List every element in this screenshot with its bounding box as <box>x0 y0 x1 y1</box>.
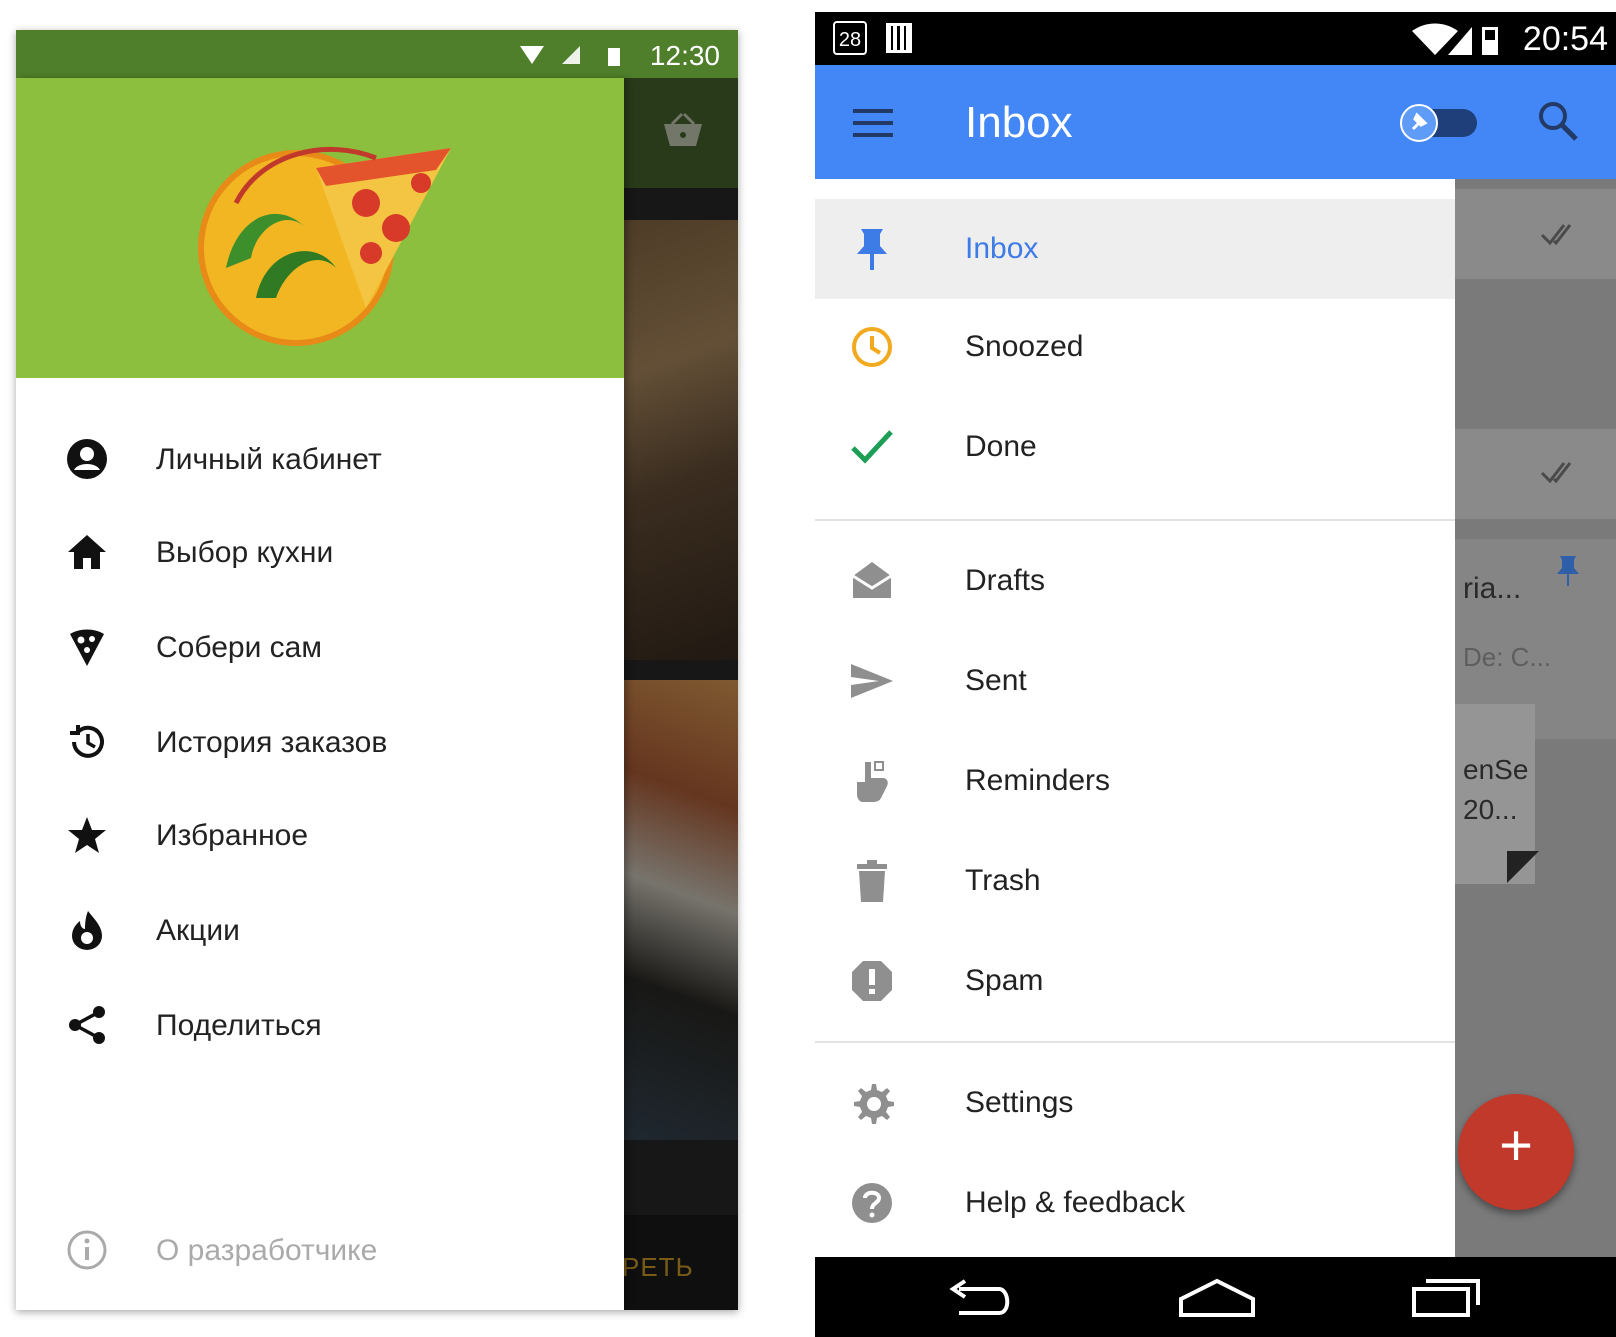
drawer-divider <box>815 519 1455 521</box>
history-icon <box>70 725 104 758</box>
search-icon[interactable] <box>1536 99 1580 143</box>
drawer-item-label: Spam <box>965 964 1044 997</box>
menu-item-share[interactable]: Поделиться <box>16 981 624 1071</box>
calendar-notification-icon: 28 <box>833 21 867 55</box>
status-time: 20:54 <box>1522 20 1608 58</box>
menu-label: Выбор кухни <box>156 536 334 569</box>
back-icon[interactable] <box>945 1277 1015 1321</box>
drawer-item-trash[interactable]: Trash <box>815 831 1455 931</box>
reminder-hand-icon <box>857 761 888 802</box>
expand-corner-icon <box>1507 851 1539 883</box>
drawer-item-reminders[interactable]: Reminders <box>815 731 1455 831</box>
background-card <box>1455 429 1616 519</box>
status-bar: 12:30 <box>16 30 738 78</box>
menu-item-favorites[interactable]: Избранное <box>16 791 624 881</box>
plus-icon: + <box>1499 1113 1533 1178</box>
drawer-item-inbox[interactable]: Inbox <box>815 199 1455 299</box>
hamburger-menu-icon[interactable] <box>851 103 897 143</box>
clock-icon <box>852 327 892 367</box>
background-snippet: enSe <box>1463 754 1529 785</box>
compose-fab[interactable]: + <box>1458 1094 1574 1210</box>
drawer-item-label: Settings <box>965 1086 1074 1119</box>
trash-icon <box>857 860 887 902</box>
status-icons <box>520 46 620 66</box>
pizza-logo <box>198 146 451 346</box>
drawer-item-sent[interactable]: Sent <box>815 631 1455 731</box>
menu-label: Акции <box>156 914 240 947</box>
menu-label: О разработчике <box>156 1234 378 1267</box>
app-bar: Inbox <box>815 65 1616 179</box>
drawer-item-snoozed[interactable]: Snoozed <box>815 297 1455 397</box>
status-icons <box>1412 23 1498 55</box>
star-icon <box>68 817 106 853</box>
status-bar: 28 20:54 <box>815 12 1616 65</box>
background-snippet: De: C... <box>1463 642 1552 672</box>
drawer-item-drafts[interactable]: Drafts <box>815 531 1455 631</box>
menu-label: Личный кабинет <box>156 443 382 476</box>
done-all-icon <box>1540 462 1572 484</box>
drawer-item-label: Done <box>965 430 1037 463</box>
background-snippet: ria... <box>1463 572 1522 605</box>
drawer-item-done[interactable]: Done <box>815 397 1455 497</box>
drawer-item-settings[interactable]: Settings <box>815 1053 1455 1153</box>
send-icon <box>851 664 893 698</box>
drawer-header <box>16 78 624 378</box>
app-title: Inbox <box>965 98 1073 147</box>
background-snippet-block: enSe 20... <box>1463 750 1528 830</box>
background-card <box>1455 189 1616 279</box>
menu-label: История заказов <box>156 726 388 759</box>
recent-apps-icon[interactable] <box>1410 1275 1484 1319</box>
navigation-drawer: Inbox Snoozed Done Drafts Sent Reminders… <box>815 179 1455 1257</box>
pin-icon <box>857 229 887 270</box>
drawer-item-label: Help & feedback <box>965 1186 1186 1219</box>
menu-label: Поделиться <box>156 1009 322 1042</box>
drawer-item-label: Snoozed <box>965 330 1084 363</box>
drawer-item-label: Sent <box>965 664 1027 697</box>
background-snippet: 20... <box>1463 794 1518 825</box>
pin-icon <box>1557 556 1579 586</box>
share-icon <box>69 1006 105 1044</box>
fire-icon <box>72 911 102 950</box>
menu-label: Собери сам <box>156 631 322 664</box>
spam-icon <box>852 961 892 1001</box>
account-circle-icon <box>67 439 107 479</box>
gear-icon <box>854 1084 894 1124</box>
barcode-notification-icon <box>886 23 912 53</box>
drawer-item-help-feedback[interactable]: Help & feedback <box>815 1153 1455 1253</box>
drawer-item-label: Reminders <box>965 764 1111 797</box>
drafts-icon <box>852 562 892 598</box>
done-all-icon <box>1540 224 1572 246</box>
pin-toggle-switch[interactable] <box>1395 103 1487 143</box>
menu-item-history[interactable]: История заказов <box>16 698 624 788</box>
pizza-app-screen: 12:30 РЕТЬ Личный кабинет Выбор кухни Со… <box>16 30 738 1310</box>
menu-item-build-own[interactable]: Собери сам <box>16 603 624 693</box>
pizza-slice-icon <box>70 629 104 666</box>
home-icon[interactable] <box>1177 1275 1257 1319</box>
info-icon <box>67 1230 107 1270</box>
drawer-item-label: Trash <box>965 864 1041 897</box>
check-icon <box>851 430 893 464</box>
drawer-item-label: Drafts <box>965 564 1046 597</box>
menu-item-about-developer[interactable]: О разработчике <box>16 1206 624 1296</box>
status-time: 12:30 <box>649 40 720 71</box>
help-icon <box>852 1183 892 1223</box>
background-email-list <box>1455 179 1616 1257</box>
menu-item-promotions[interactable]: Акции <box>16 886 624 976</box>
inbox-app-screen: 28 20:54 Inbox ria... De: C... enSe 20..… <box>815 12 1616 1337</box>
drawer-item-label: Inbox <box>965 232 1039 265</box>
navigation-drawer: Личный кабинет Выбор кухни Собери сам Ис… <box>16 78 624 1310</box>
system-nav-bar <box>815 1257 1616 1337</box>
menu-label: Избранное <box>156 819 309 852</box>
menu-item-cuisine[interactable]: Выбор кухни <box>16 508 624 598</box>
drawer-item-spam[interactable]: Spam <box>815 931 1455 1031</box>
menu-item-account[interactable]: Личный кабинет <box>16 415 624 505</box>
drawer-divider <box>815 1041 1455 1043</box>
home-icon <box>68 535 106 569</box>
